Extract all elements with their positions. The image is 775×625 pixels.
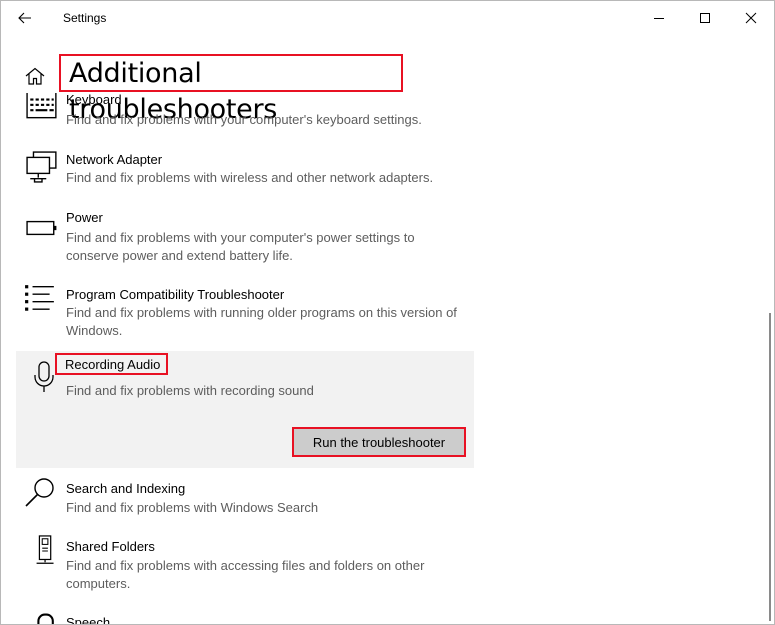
page-title: Additional troubleshooters xyxy=(59,54,403,125)
server-tower-icon xyxy=(36,535,54,564)
maximize-icon xyxy=(700,13,710,23)
home-button[interactable] xyxy=(21,63,49,89)
minimize-button[interactable] xyxy=(636,1,682,35)
maximize-button[interactable] xyxy=(682,1,728,35)
troubleshooter-description: Find and fix problems with Windows Searc… xyxy=(66,500,319,515)
troubleshooter-description: Find and fix problems with accessing fil… xyxy=(66,558,425,591)
title-bar: Settings xyxy=(1,1,774,35)
troubleshooter-name: Speech xyxy=(66,615,111,624)
troubleshooter-list: Keyboard Find and fix problems with your… xyxy=(1,93,766,624)
troubleshooter-name: Recording Audio xyxy=(65,357,161,372)
troubleshooter-description: Find and fix problems with your computer… xyxy=(66,112,422,127)
troubleshooter-name: Power xyxy=(66,210,103,225)
troubleshooter-item-program-compatibility[interactable]: Program Compatibility Troubleshooter Fin… xyxy=(16,283,474,343)
troubleshooter-item-keyboard[interactable]: Keyboard Find and fix problems with your… xyxy=(16,93,474,133)
troubleshooter-name: Shared Folders xyxy=(66,539,155,554)
recording-audio-highlight: Recording Audio xyxy=(55,353,169,375)
troubleshooter-item-power[interactable]: Power Find and fix problems with your co… xyxy=(16,207,474,267)
home-icon xyxy=(25,67,45,85)
back-button[interactable] xyxy=(9,4,41,32)
settings-window: Settings Additional troubleshooters Keyb… xyxy=(0,0,775,625)
troubleshooter-item-search-and-indexing[interactable]: Search and Indexing Find and fix problem… xyxy=(16,477,474,517)
close-button[interactable] xyxy=(728,1,774,35)
close-icon xyxy=(745,12,757,24)
run-troubleshooter-button[interactable]: Run the troubleshooter xyxy=(292,427,466,457)
troubleshooter-name: Keyboard xyxy=(66,93,122,107)
search-icon xyxy=(25,478,54,507)
keyboard-icon xyxy=(26,93,57,119)
troubleshooter-description: Find and fix problems with running older… xyxy=(66,305,457,338)
troubleshooter-item-speech[interactable]: Speech xyxy=(16,611,474,624)
minimize-icon xyxy=(654,18,664,19)
network-adapter-icon xyxy=(26,151,57,183)
scrollbar[interactable] xyxy=(769,313,771,621)
battery-icon xyxy=(26,220,57,236)
troubleshooter-description: Find and fix problems with wireless and … xyxy=(66,170,434,185)
troubleshooter-name: Search and Indexing xyxy=(66,481,186,496)
troubleshooter-description: Find and fix problems with recording sou… xyxy=(66,383,314,398)
troubleshooter-description: Find and fix problems with your computer… xyxy=(66,230,415,263)
speech-icon xyxy=(37,613,54,624)
back-arrow-icon xyxy=(18,12,31,24)
app-title: Settings xyxy=(63,11,107,25)
troubleshooter-item-shared-folders[interactable]: Shared Folders Find and fix problems wit… xyxy=(16,535,474,595)
troubleshooter-name: Network Adapter xyxy=(66,152,163,167)
list-icon xyxy=(25,285,54,311)
troubleshooter-item-network-adapter[interactable]: Network Adapter Find and fix problems wi… xyxy=(16,149,474,189)
troubleshooter-name: Program Compatibility Troubleshooter xyxy=(66,287,285,302)
